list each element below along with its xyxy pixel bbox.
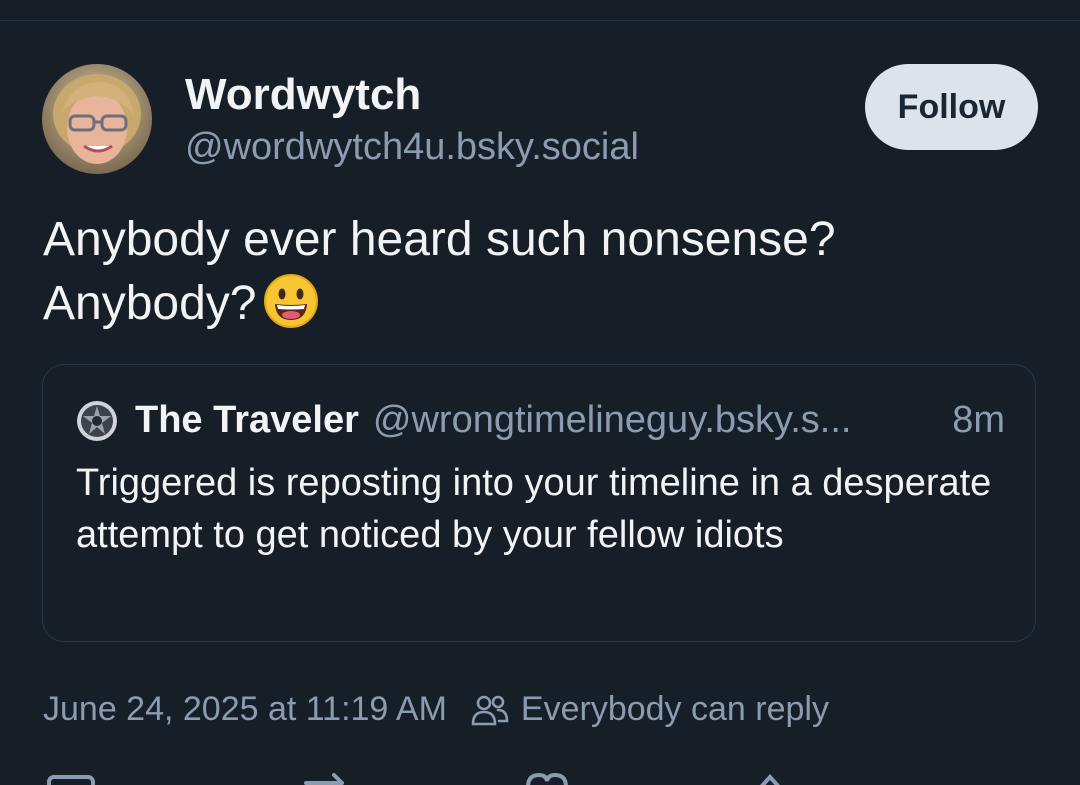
quoted-author-avatar[interactable] bbox=[76, 400, 118, 442]
post-text-line-1: Anybody ever heard such nonsense? bbox=[43, 213, 836, 266]
post-text-line-2-text: Anybody? bbox=[43, 277, 257, 330]
post-text: Anybody ever heard such nonsense? Anybod… bbox=[43, 208, 1043, 346]
reply-setting-text[interactable]: Everybody can reply bbox=[521, 690, 829, 729]
grinning-face-emoji-icon bbox=[263, 273, 319, 346]
quoted-post-card[interactable]: The Traveler @wrongtimelineguy.bsky.s...… bbox=[42, 364, 1036, 642]
quoted-author-display-name[interactable]: The Traveler bbox=[135, 399, 359, 442]
people-icon bbox=[471, 693, 509, 727]
post-timestamp: June 24, 2025 at 11:19 AM bbox=[43, 690, 447, 728]
quoted-post-time: 8m bbox=[952, 399, 1005, 441]
author-display-name[interactable]: Wordwytch bbox=[185, 70, 421, 120]
more-icon[interactable] bbox=[755, 765, 785, 785]
like-icon[interactable] bbox=[522, 765, 572, 785]
quoted-post-header: The Traveler @wrongtimelineguy.bsky.s... bbox=[76, 399, 851, 442]
post: Wordwytch @wordwytch4u.bsky.social Follo… bbox=[0, 0, 1080, 785]
post-text-line-2: Anybody? bbox=[43, 272, 1043, 346]
reply-icon[interactable] bbox=[46, 765, 96, 785]
author-avatar[interactable] bbox=[42, 64, 152, 174]
quoted-post-text: Triggered is reposting into your timelin… bbox=[76, 462, 992, 556]
repost-icon[interactable] bbox=[300, 765, 350, 785]
post-action-bar bbox=[0, 765, 1080, 785]
author-handle[interactable]: @wordwytch4u.bsky.social bbox=[185, 126, 639, 169]
post-meta-row: June 24, 2025 at 11:19 AM Everybody can … bbox=[43, 690, 829, 729]
quoted-author-handle[interactable]: @wrongtimelineguy.bsky.s... bbox=[373, 399, 852, 442]
follow-button[interactable]: Follow bbox=[865, 64, 1038, 150]
